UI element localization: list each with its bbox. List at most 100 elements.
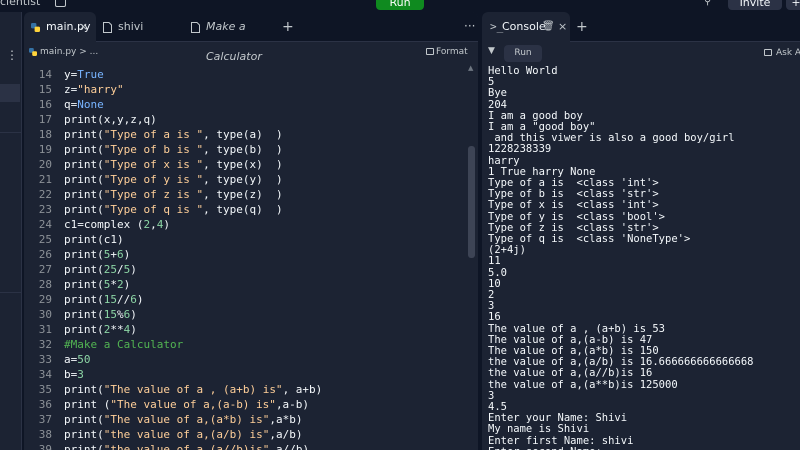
line-number: 39 [38, 443, 52, 450]
code-line[interactable]: 35 print("The value of a , (a+b) is", a+b… [24, 382, 464, 397]
console-tab-bar: >_ Console 🗑 × + [482, 12, 800, 42]
console-output-line: 16 [488, 311, 501, 324]
top-bar: cientist Run ⚲ Invite + [0, 0, 800, 12]
more-vertical-icon[interactable]: ⋮ [6, 48, 18, 62]
breadcrumb-path[interactable]: main.py > ... [40, 42, 98, 62]
add-button-label: + [791, 0, 800, 9]
code-line[interactable]: 31 print(2**4) [24, 322, 464, 337]
console-run-label: Run [514, 48, 532, 58]
close-tab-icon[interactable]: × [79, 12, 88, 42]
window-icon[interactable] [55, 0, 66, 7]
ask-ai-button[interactable]: Ask AI [776, 42, 800, 64]
tab-label: Console [502, 20, 546, 33]
code-line[interactable]: 30 print(15%6) [24, 307, 464, 322]
invite-button[interactable]: Invite [728, 0, 782, 10]
code-text: b=3 [64, 368, 84, 381]
line-number: 22 [38, 188, 52, 201]
code-line[interactable]: 39 print("the value of a,(a//b)is",a//b) [24, 442, 464, 450]
line-number: 29 [38, 293, 52, 306]
console-output-line: the value of a,(a**b)is 125000 [488, 378, 678, 391]
code-line[interactable]: 28 print(5*2) [24, 277, 464, 292]
code-text: print("the value of a,(a//b)is",a//b) [64, 443, 310, 450]
code-line[interactable]: 16 q=None [24, 97, 464, 112]
chevron-down-icon[interactable]: ▼ [488, 46, 495, 56]
python-file-icon [29, 48, 37, 56]
sidebar-divider [0, 132, 22, 133]
workspace-title: cientist [0, 0, 41, 8]
add-tab-button[interactable]: + [282, 12, 294, 42]
line-number: 24 [38, 218, 52, 231]
code-line[interactable]: 15 z="harry" [24, 82, 464, 97]
console-output-line: 11 [488, 255, 501, 268]
add-button[interactable]: + [786, 0, 800, 10]
tab-console[interactable]: >_ Console 🗑 × [482, 12, 570, 42]
line-number: 35 [38, 383, 52, 396]
run-button[interactable]: Run [376, 0, 424, 10]
code-line[interactable]: 32 #Make a Calculator [24, 337, 464, 352]
line-number: 19 [38, 143, 52, 156]
close-tab-icon[interactable]: × [558, 12, 567, 42]
code-text: #Make a Calculator [64, 338, 184, 351]
console-output-line: Hello World [488, 65, 558, 77]
editor-scrollbar[interactable] [468, 146, 475, 258]
sidebar-divider [0, 292, 22, 293]
tab-shivi[interactable]: shivi [96, 12, 184, 42]
code-text: z="harry" [64, 83, 124, 96]
tab-main-py[interactable]: main.py × [24, 12, 96, 42]
code-line[interactable]: 38 print("the value of a,(a/b) is",a/b) [24, 427, 464, 442]
code-line[interactable]: 37 print("The value of a,(a*b) is",a*b) [24, 412, 464, 427]
code-text: print(2**4) [64, 323, 137, 336]
line-number: 16 [38, 98, 52, 111]
console-pane: >_ Console 🗑 × + ▼ Run Ask AI Hello Worl… [482, 12, 800, 450]
code-line[interactable]: 20 print("Type of x is ", type(x) ) [24, 157, 464, 172]
code-line[interactable]: 33 a=50 [24, 352, 464, 367]
sidebar-selected-item[interactable] [0, 84, 20, 102]
code-line[interactable]: 25 print(c1) [24, 232, 464, 247]
python-file-icon [31, 23, 40, 32]
code-line[interactable]: 34 b=3 [24, 367, 464, 382]
console-output[interactable]: Hello World 5 Bye 204 I am a good boy I am a … [488, 64, 800, 450]
line-number: 26 [38, 248, 52, 261]
code-line[interactable]: 24 c1=complex (2,4) [24, 217, 464, 232]
code-editor[interactable]: 14 y=True 15 z="harry" 16 q=None 17 print(x,y,z… [24, 62, 474, 450]
console-toolbar: ▼ Run Ask AI [482, 42, 800, 64]
code-line[interactable]: 18 print("Type of a is ", type(a) ) [24, 127, 464, 142]
scroll-up-icon[interactable]: ▲ [468, 64, 473, 72]
code-text: print("Type of b is ", type(b) ) [64, 143, 283, 156]
code-text: print(c1) [64, 233, 124, 246]
console-run-button[interactable]: Run [504, 45, 542, 62]
code-line[interactable]: 26 print(5+6) [24, 247, 464, 262]
code-line[interactable]: 17 print(x,y,z,q) [24, 112, 464, 127]
code-text: c1=complex (2,4) [64, 218, 170, 231]
add-tab-button[interactable]: + [576, 12, 588, 42]
code-line[interactable]: 19 print("Type of b is ", type(b) ) [24, 142, 464, 157]
code-text: print("The value of a,(a*b) is",a*b) [64, 413, 303, 426]
code-line[interactable]: 14 y=True [24, 67, 464, 82]
line-number: 23 [38, 203, 52, 216]
code-text: print("Type of y is ", type(y) ) [64, 173, 283, 186]
file-icon [191, 22, 200, 33]
run-button-label: Run [389, 0, 411, 9]
code-text: print("Type of x is ", type(x) ) [64, 158, 283, 171]
line-number: 25 [38, 233, 52, 246]
code-text: print(5+6) [64, 248, 131, 261]
code-line[interactable]: 27 print(25/5) [24, 262, 464, 277]
code-line[interactable]: 22 print("Type of z is ", type(z) ) [24, 187, 464, 202]
line-number: 30 [38, 308, 52, 321]
line-number: 21 [38, 173, 52, 186]
line-number: 33 [38, 353, 52, 366]
line-number: 32 [38, 338, 52, 351]
line-number: 34 [38, 368, 52, 381]
format-button[interactable]: Format [436, 42, 468, 62]
line-number: 38 [38, 428, 52, 441]
tab-make-a-calculator[interactable]: Make a Calculator [184, 12, 280, 63]
trash-icon[interactable]: 🗑 [542, 12, 555, 42]
code-line[interactable]: 23 print("Type of q is ", type(q) ) [24, 202, 464, 217]
file-icon [103, 22, 112, 33]
search-icon[interactable]: ⚲ [704, 0, 711, 7]
code-line[interactable]: 29 print(15//6) [24, 292, 464, 307]
code-line[interactable]: 21 print("Type of y is ", type(y) ) [24, 172, 464, 187]
format-icon [426, 48, 434, 55]
more-options-icon[interactable]: ··· [464, 12, 475, 40]
code-line[interactable]: 36 print ("The value of a,(a-b) is",a-b) [24, 397, 464, 412]
